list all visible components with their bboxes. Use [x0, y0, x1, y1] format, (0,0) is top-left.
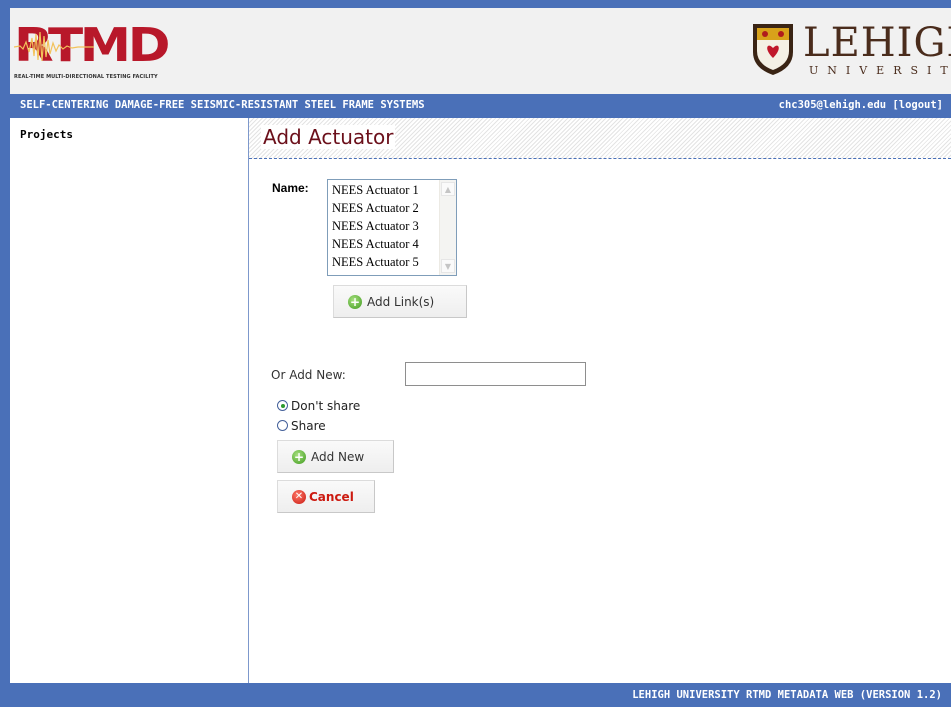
scroll-down-arrow-icon[interactable]: ▼ [441, 259, 455, 273]
radio-label: Don't share [291, 399, 361, 413]
cancel-button[interactable]: ✕ Cancel [277, 480, 375, 513]
actuator-listbox[interactable]: NEES Actuator 1 NEES Actuator 2 NEES Act… [327, 179, 457, 276]
title-bar: SELF-CENTERING DAMAGE-FREE SEISMIC-RESIS… [10, 94, 951, 118]
listbox-option[interactable]: NEES Actuator 2 [332, 201, 419, 216]
main-content: Add Actuator Name: NEES Actuator 1 NEES … [249, 118, 951, 683]
listbox-option[interactable]: NEES Actuator 3 [332, 219, 419, 234]
cancel-x-icon: ✕ [292, 490, 306, 504]
site-header: RTMD REAL-TIME MULTI-DIRECTIONAL TESTING… [10, 8, 951, 94]
listbox-option[interactable]: NEES Actuator 4 [332, 237, 419, 252]
university-wordmark: UNIVERSITY [809, 64, 951, 77]
page-header: Add Actuator [249, 118, 951, 159]
listbox-option[interactable]: NEES Actuator 1 [332, 183, 419, 198]
or-add-new-label: Or Add New: [271, 368, 346, 382]
user-email: chc305@lehigh.edu [778, 99, 887, 111]
rtmd-tagline: REAL-TIME MULTI-DIRECTIONAL TESTING FACI… [14, 74, 158, 80]
cancel-label: Cancel [309, 490, 354, 504]
radio-button-checked[interactable] [277, 400, 288, 411]
page-title: Add Actuator [261, 125, 396, 149]
sidebar-item-projects[interactable]: Projects [20, 128, 73, 141]
footer-bar: LEHIGH UNIVERSITY RTMD METADATA WEB (VER… [10, 683, 951, 707]
new-actuator-name-input[interactable] [405, 362, 586, 386]
add-new-button[interactable]: + Add New [277, 440, 394, 473]
listbox-scrollbar[interactable]: ▲ ▼ [439, 180, 456, 275]
add-circle-icon: + [292, 450, 306, 464]
rtmd-logo[interactable]: RTMD REAL-TIME MULTI-DIRECTIONAL TESTING… [14, 18, 192, 86]
project-title: SELF-CENTERING DAMAGE-FREE SEISMIC-RESIS… [20, 99, 425, 111]
listbox-option[interactable]: NEES Actuator 5 [332, 255, 419, 270]
logout-link[interactable]: [logout] [892, 99, 943, 111]
radio-button[interactable] [277, 420, 288, 431]
sidebar: Projects [10, 118, 249, 683]
add-new-label: Add New [311, 450, 365, 464]
seismic-wave-icon [14, 31, 94, 62]
scroll-up-arrow-icon[interactable]: ▲ [441, 182, 455, 196]
name-label: Name: [272, 181, 309, 195]
add-links-label: Add Link(s) [367, 295, 435, 309]
radio-label: Share [291, 419, 326, 433]
user-info: chc305@lehigh.edu [logout] [779, 99, 943, 111]
add-links-button[interactable]: + Add Link(s) [333, 285, 467, 318]
lehigh-crest-icon [753, 24, 793, 75]
lehigh-wordmark: LEHIGH [803, 20, 951, 66]
lehigh-logo[interactable]: LEHIGH UNIVERSITY [751, 20, 951, 84]
footer-text: LEHIGH UNIVERSITY RTMD METADATA WEB (VER… [632, 689, 942, 701]
add-circle-icon: + [348, 295, 362, 309]
